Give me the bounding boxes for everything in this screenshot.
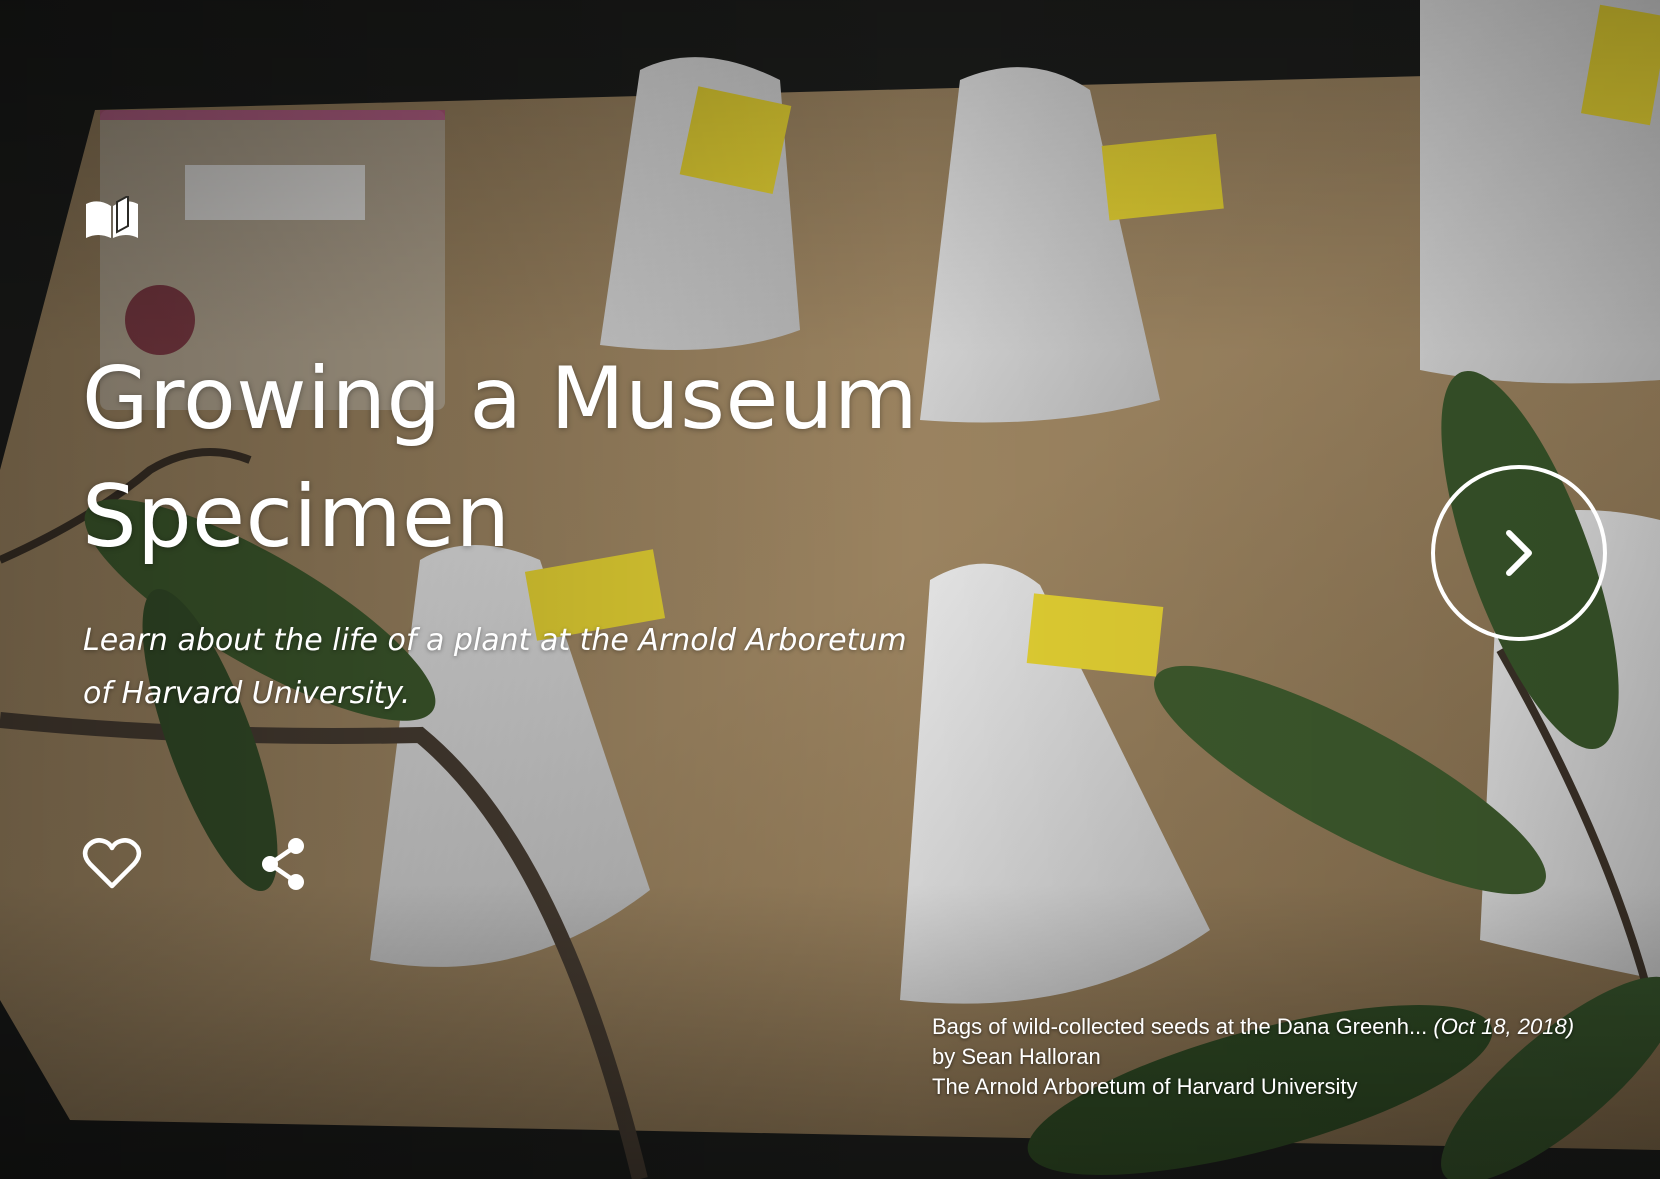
story-open-book-icon[interactable] bbox=[84, 194, 140, 244]
like-button[interactable] bbox=[82, 836, 142, 892]
page-title: Growing a Museum Specimen bbox=[82, 349, 919, 567]
caption-date: (Oct 18, 2018) bbox=[1433, 1014, 1575, 1039]
caption-title-line: Bags of wild-collected seeds at the Dana… bbox=[932, 1012, 1582, 1042]
caption-author: by Sean Halloran bbox=[932, 1044, 1101, 1069]
photo-caption: Bags of wild-collected seeds at the Dana… bbox=[932, 1012, 1582, 1102]
caption-institution: The Arnold Arboretum of Harvard Universi… bbox=[932, 1074, 1358, 1099]
share-button[interactable] bbox=[258, 836, 310, 892]
chevron-right-icon bbox=[1506, 530, 1532, 576]
open-book-icon bbox=[86, 194, 138, 238]
share-icon bbox=[262, 838, 304, 890]
next-slide-button[interactable] bbox=[1431, 465, 1607, 641]
heart-outline-icon bbox=[82, 838, 142, 889]
caption-description: Bags of wild-collected seeds at the Dana… bbox=[932, 1014, 1428, 1039]
hero-background-photo bbox=[0, 0, 1660, 1179]
photo-shade-overlay bbox=[0, 0, 1660, 1179]
story-subtitle: Learn about the life of a plant at the A… bbox=[83, 623, 907, 711]
